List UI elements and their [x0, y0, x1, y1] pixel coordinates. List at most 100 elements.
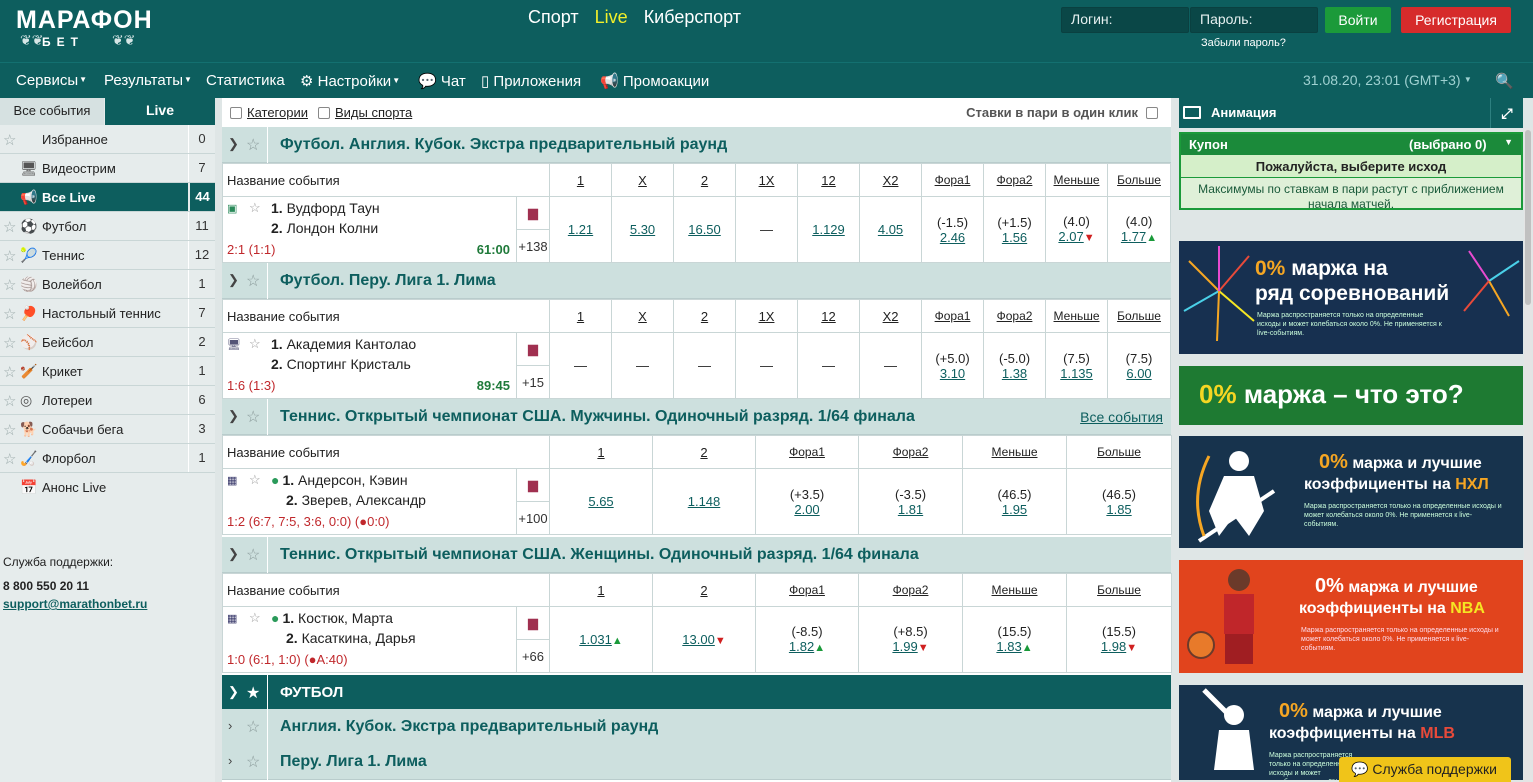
odds[interactable]: 2.07 [1058, 229, 1083, 244]
odds[interactable]: 1.99 [892, 639, 917, 654]
star-icon[interactable]: ☆ [3, 305, 16, 323]
odds[interactable]: 3.10 [940, 366, 965, 381]
market-handicap1[interactable]: (-1.5) 2.46 [921, 196, 985, 263]
odds[interactable]: 1.38 [1002, 366, 1027, 381]
promo-banner-nba[interactable]: 0% маржа и лучшие коэффициенты на NBA Ма… [1179, 560, 1523, 673]
section-header-football[interactable]: ❯ ★ ФУТБОЛ [222, 675, 1171, 711]
group-title[interactable]: Теннис. Открытый чемпионат США. Мужчины.… [280, 408, 915, 426]
odds[interactable]: 2.00 [794, 502, 819, 517]
star-icon[interactable]: ☆ [3, 421, 16, 439]
logo[interactable]: МАРАФОН ❦❦ БЕТ ❦❦ [16, 6, 156, 56]
group-header[interactable]: ❯ ☆ Теннис. Открытый чемпионат США. Женщи… [222, 537, 1171, 573]
odds[interactable]: 16.50 [688, 222, 721, 237]
odds[interactable]: 1.83 [996, 639, 1021, 654]
sidebar-item-live-announce[interactable]: 📅 Анонс Live [0, 473, 215, 502]
chevron-down-icon[interactable]: ▼ [1504, 137, 1513, 147]
market-over[interactable]: (46.5) 1.85 [1066, 468, 1173, 535]
nav-sport[interactable]: Спорт [528, 7, 579, 27]
coupon-header[interactable]: Купон (выбрано 0) ▼ [1181, 134, 1521, 155]
market-under[interactable]: (15.5) 1.83▲ [962, 606, 1068, 673]
promo-banner-what-is-zero-margin[interactable]: 0% маржа – что это? [1179, 366, 1523, 425]
odds[interactable]: 1.77 [1121, 229, 1146, 244]
odds[interactable]: 4.05 [878, 222, 903, 237]
video-icon[interactable]: ▣ [227, 202, 237, 215]
more-markets[interactable]: +100 [515, 501, 551, 535]
stats-icon[interactable]: ▆ [515, 196, 551, 230]
sidebar-item-baseball[interactable]: ☆ ⚾ Бейсбол 2 [0, 328, 215, 357]
star-filled-icon[interactable]: ★ [246, 683, 260, 703]
market-handicap2[interactable]: (+8.5) 1.99▼ [858, 606, 964, 673]
menu-chat[interactable]: 💬 Чат [418, 72, 466, 90]
sidebar-item-cricket[interactable]: ☆ 🏏 Крикет 1 [0, 357, 215, 386]
star-icon[interactable]: ☆ [3, 363, 16, 381]
login-input[interactable]: Логин: [1061, 7, 1189, 33]
market-handicap1[interactable]: (+3.5) 2.00 [755, 468, 860, 535]
stats-icon[interactable]: ▆ [515, 332, 551, 366]
market-over[interactable]: (7.5) 6.00 [1107, 332, 1172, 399]
chevron-down-icon[interactable]: ❯ [228, 546, 239, 562]
group-title[interactable]: Англия. Кубок. Экстра предварительный ра… [280, 718, 658, 736]
market-over[interactable]: (15.5) 1.98▼ [1066, 606, 1173, 673]
promo-banner-nhl[interactable]: 0% маржа и лучшие коэффициенты на НХЛ Ма… [1179, 436, 1523, 548]
checkbox[interactable] [1146, 107, 1158, 119]
group-header[interactable]: ❯ ☆ Теннис. Открытый чемпионат США. Мужчи… [222, 399, 1171, 435]
market-handicap2[interactable]: (-3.5) 1.81 [858, 468, 964, 535]
star-icon[interactable]: ☆ [249, 472, 261, 488]
menu-apps[interactable]: ▯ Приложения [481, 72, 581, 90]
event-name-cell[interactable]: 🖥 ☆ 1. Академия Кантолао 2. Спортинг Кри… [222, 332, 517, 399]
animation-header[interactable]: Анимация ⤢ [1179, 98, 1523, 128]
market-under[interactable]: (46.5) 1.95 [962, 468, 1068, 535]
checkbox[interactable] [230, 107, 242, 119]
sidebar-item-tennis[interactable]: ☆ 🎾 Теннис 12 [0, 241, 215, 270]
section-title[interactable]: ФУТБОЛ [280, 684, 343, 701]
menu-services[interactable]: Сервисы▼ [16, 72, 87, 89]
star-icon[interactable]: ☆ [246, 135, 260, 155]
odds[interactable]: 1.82 [789, 639, 814, 654]
chevron-down-icon[interactable]: ❯ [228, 272, 239, 288]
star-icon[interactable]: ☆ [3, 247, 16, 265]
group-header[interactable]: ❯ ☆ Футбол. Англия. Кубок. Экстра предвар… [222, 127, 1171, 163]
market-handicap2[interactable]: (-5.0) 1.38 [983, 332, 1047, 399]
market-handicap1[interactable]: (+5.0) 3.10 [921, 332, 985, 399]
filter-categories[interactable]: Категории [230, 105, 308, 120]
odds[interactable]: 1.031 [579, 632, 612, 647]
support-chat-button[interactable]: 💬 Служба поддержки [1339, 757, 1511, 782]
odds[interactable]: 6.00 [1126, 366, 1151, 381]
checkbox[interactable] [318, 107, 330, 119]
chevron-right-icon[interactable]: › [228, 753, 232, 768]
password-input[interactable]: Пароль: [1190, 7, 1318, 33]
stats-icon[interactable]: ▆ [515, 468, 551, 502]
sidebar-item-videostream[interactable]: 🖥 Видеострим 7 [0, 154, 215, 183]
star-icon[interactable]: ☆ [3, 392, 16, 410]
star-icon[interactable]: ☆ [249, 200, 261, 216]
star-icon[interactable]: ☆ [3, 334, 16, 352]
filter-sports[interactable]: Виды спорта [318, 105, 412, 120]
stats-icon[interactable]: ▆ [515, 606, 551, 640]
star-icon[interactable]: ☆ [246, 271, 260, 291]
odds[interactable]: 1.85 [1106, 502, 1131, 517]
tab-live[interactable]: Live [105, 98, 215, 125]
chevron-down-icon[interactable]: ❯ [228, 408, 239, 424]
event-name-cell[interactable]: ▦ ☆ ● 1. Костюк, Марта 2. Касаткина, Дарь… [222, 606, 517, 673]
odds[interactable]: 1.95 [1002, 502, 1027, 517]
market-handicap2[interactable]: (+1.5) 1.56 [983, 196, 1047, 263]
sidebar-item-volleyball[interactable]: ☆ 🏐 Волейбол 1 [0, 270, 215, 299]
star-icon[interactable]: ☆ [246, 407, 260, 427]
star-icon[interactable]: ☆ [3, 276, 16, 294]
scoreboard-icon[interactable]: ▦ [227, 474, 237, 487]
support-email[interactable]: support@marathonbet.ru [3, 595, 147, 613]
odds[interactable]: 2.46 [940, 230, 965, 245]
sidebar-item-table-tennis[interactable]: ☆ 🏓 Настольный теннис 7 [0, 299, 215, 328]
market-under[interactable]: (4.0) 2.07▼ [1045, 196, 1109, 263]
odds[interactable]: 13.00 [682, 632, 715, 647]
star-icon[interactable]: ☆ [3, 131, 16, 149]
menu-results[interactable]: Результаты▼ [104, 72, 192, 89]
menu-settings[interactable]: ⚙ Настройки▼ [300, 72, 400, 90]
odds[interactable]: 1.129 [812, 222, 845, 237]
scrollbar-thumb[interactable] [1525, 130, 1531, 305]
sidebar-item-lotteries[interactable]: ☆ ◎ Лотереи 6 [0, 386, 215, 415]
odds[interactable]: 5.30 [630, 222, 655, 237]
group-title[interactable]: Теннис. Открытый чемпионат США. Женщины.… [280, 546, 919, 564]
market-handicap1[interactable]: (-8.5) 1.82▲ [755, 606, 860, 673]
sidebar-item-dog-racing[interactable]: ☆ 🐕 Собачьи бега 3 [0, 415, 215, 444]
